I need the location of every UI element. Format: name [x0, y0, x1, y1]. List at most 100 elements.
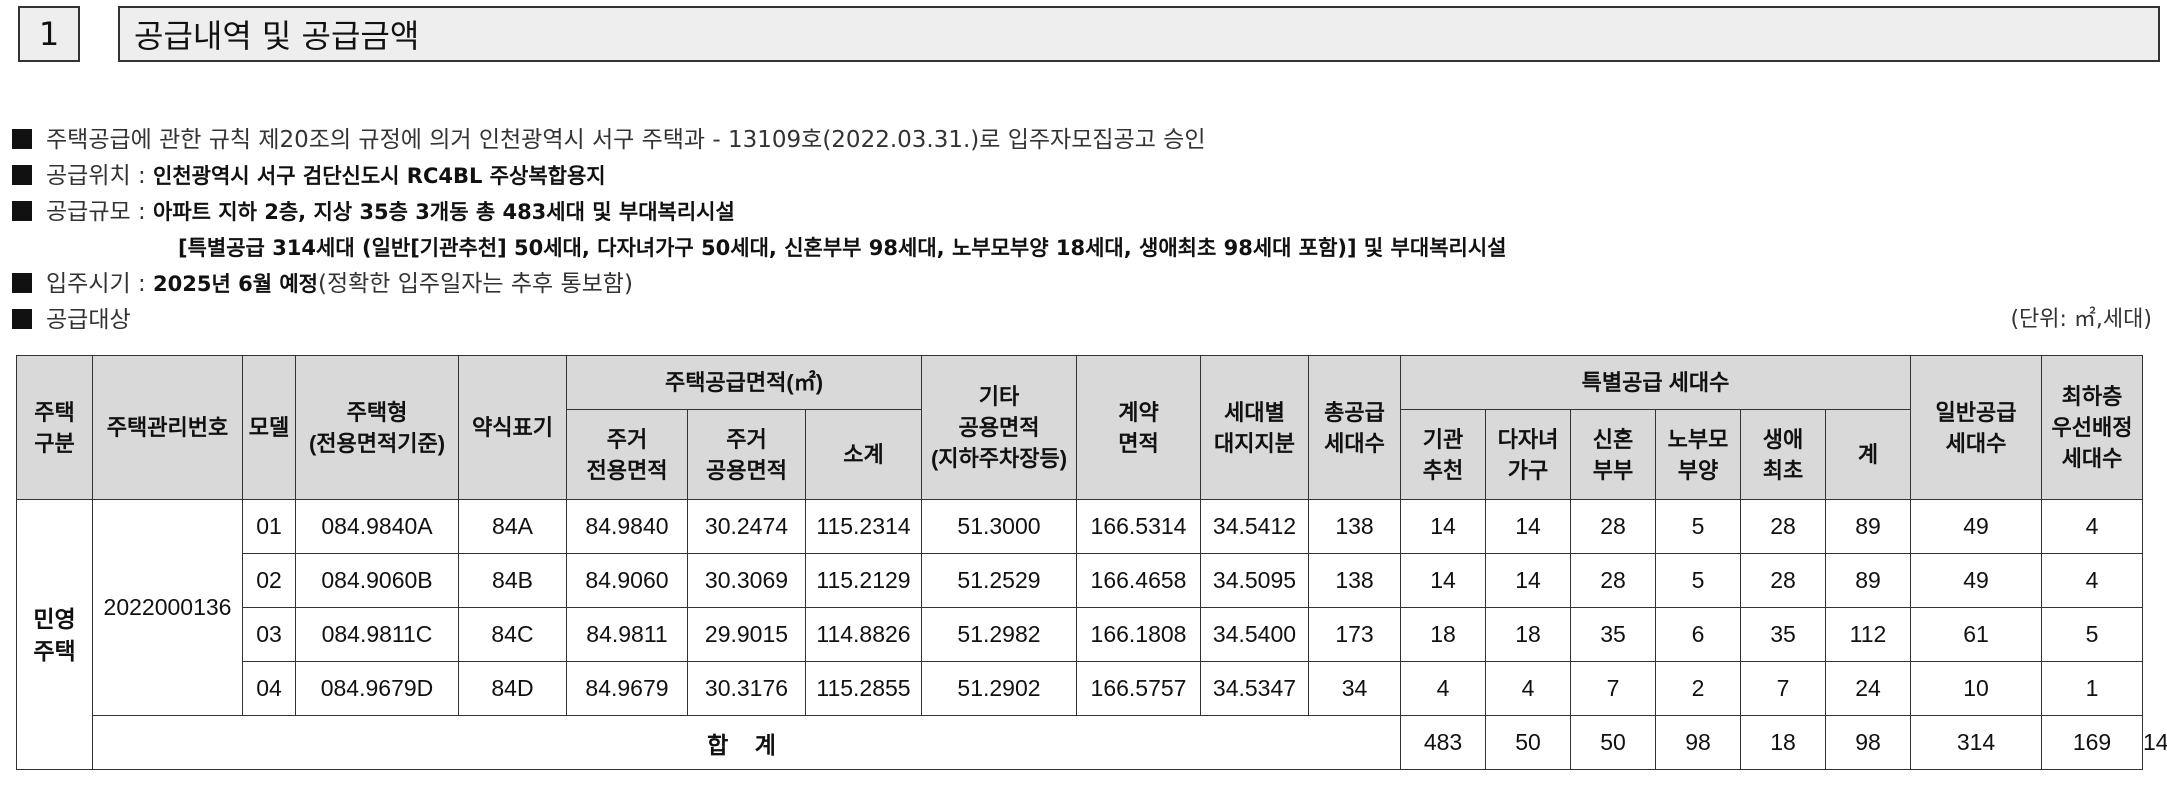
table-cell: 84B: [458, 553, 567, 608]
total-cell: 98: [1655, 715, 1741, 770]
table-cell: 28: [1740, 553, 1826, 608]
table-cell: 18: [1485, 607, 1571, 662]
total-cell: 483: [1400, 715, 1486, 770]
table-cell: 51.3000: [921, 499, 1077, 554]
section-number: 1: [18, 6, 80, 62]
total-cell: 98: [1824, 715, 1912, 770]
table-cell: 34.5412: [1200, 499, 1309, 554]
table-cell: 24: [1824, 661, 1912, 716]
table-cell: 166.5314: [1076, 499, 1201, 554]
total-row: 합 계 483 50 50 98 18 98 314 169 14: [17, 715, 2167, 770]
table-cell: 5: [1655, 499, 1741, 554]
header-supply-area: 주택공급면적(㎡): [566, 355, 922, 410]
table-cell: 4: [1485, 661, 1571, 716]
table-cell: 28: [1740, 499, 1826, 554]
table-cell: 30.2474: [687, 499, 806, 554]
table-cell: 115.2314: [805, 499, 922, 554]
total-cell: 50: [1570, 715, 1656, 770]
header-sp-inst: 기관 추천: [1400, 409, 1486, 500]
table-cell: 115.2129: [805, 553, 922, 608]
table-cell: 28: [1570, 553, 1656, 608]
table-cell: 14: [1400, 499, 1486, 554]
header-mgmt-no: 주택관리번호: [92, 355, 243, 500]
header-type: 주택형 (전용면적기준): [295, 355, 459, 500]
table-cell: 02: [242, 553, 296, 608]
table-cell: 112: [1824, 607, 1912, 662]
header-total-units: 총공급 세대수: [1308, 355, 1401, 500]
table-cell: 084.9060B: [295, 553, 459, 608]
table-cell: 34: [1308, 661, 1401, 716]
table-cell: 10: [1910, 661, 2043, 716]
header-subtotal: 소계: [805, 409, 922, 500]
table-cell: 7: [1740, 661, 1826, 716]
table-cell: 173: [1308, 607, 1401, 662]
scale-detail: [특별공급 314세대 (일반[기관추천] 50세대, 다자녀가구 50세대, …: [178, 236, 1507, 260]
housing-type-cell: 민영 주택: [16, 499, 93, 770]
table-cell: 84A: [458, 499, 567, 554]
location-line: 공급위치 : 인천광역시 서구 검단신도시 RC4BL 주상복합용지: [12, 158, 2152, 194]
header-other-common: 기타 공용면적 (지하주차장등): [921, 355, 1077, 500]
header-general: 일반공급 세대수: [1910, 355, 2043, 500]
table-cell: 4: [1400, 661, 1486, 716]
header-sp-multi: 다자녀 가구: [1485, 409, 1571, 500]
table-cell: 84.9811: [566, 607, 688, 662]
scale-detail-line: [특별공급 314세대 (일반[기관추천] 50세대, 다자녀가구 50세대, …: [12, 230, 2152, 266]
table-cell: 01: [242, 499, 296, 554]
target-line: 공급대상 (단위: ㎡,세대): [12, 302, 2152, 338]
unit-note: (단위: ㎡,세대): [2010, 307, 2152, 332]
header-special: 특별공급 세대수: [1399, 355, 1912, 410]
square-bullet-icon: [12, 129, 32, 149]
table-cell: 166.4658: [1076, 553, 1201, 608]
table-row: 04 084.9679D 84D 84.9679 30.3176 115.285…: [17, 661, 2144, 716]
table-cell: 138: [1308, 553, 1401, 608]
total-cell: 50: [1485, 715, 1571, 770]
header-sp-sum: 계: [1824, 409, 1912, 500]
table-cell: 30.3069: [687, 553, 806, 608]
table-cell: 35: [1570, 607, 1656, 662]
header-common: 주거 공용면적: [687, 409, 806, 500]
table-cell: 89: [1824, 553, 1912, 608]
table-row: 민영 주택 2022000136 01 084.9840A 84A 84.9840…: [16, 499, 2144, 770]
approval-line: 주택공급에 관한 규칙 제20조의 규정에 의거 인천광역시 서구 주택과 - …: [12, 122, 2152, 158]
table-cell: 084.9840A: [295, 499, 459, 554]
square-bullet-icon: [12, 309, 32, 329]
table-cell: 03: [242, 607, 296, 662]
header-contract: 계약 면적: [1076, 355, 1201, 500]
table-cell: 29.9015: [687, 607, 806, 662]
table-cell: 4: [2041, 499, 2144, 554]
table-cell: 4: [2041, 553, 2144, 608]
total-label: 합 계: [92, 715, 1401, 770]
table-cell: 84.9060: [566, 553, 688, 608]
table-cell: 166.1808: [1076, 607, 1201, 662]
table-cell: 5: [2041, 607, 2144, 662]
table-cell: 14: [1485, 499, 1571, 554]
header-lowest: 최하층 우선배정 세대수: [2041, 355, 2144, 500]
table-cell: 14: [1400, 553, 1486, 608]
square-bullet-icon: [12, 273, 32, 293]
table-cell: 34.5347: [1200, 661, 1309, 716]
table-cell: 84C: [458, 607, 567, 662]
table-cell: 084.9811C: [295, 607, 459, 662]
table-row: 02 084.9060B 84B 84.9060 30.3069 115.212…: [17, 553, 2144, 608]
table-cell: 34.5400: [1200, 607, 1309, 662]
table-row: 03 084.9811C 84C 84.9811 29.9015 114.882…: [17, 607, 2144, 662]
header-sp-first: 생애 최초: [1740, 409, 1826, 500]
header-housing-type: 주택 구분: [16, 355, 93, 500]
scale-value: 아파트 지하 2층, 지상 35층 3개동 총 483세대 및 부대복리시설: [153, 200, 735, 224]
square-bullet-icon: [12, 201, 32, 221]
table-cell: 51.2529: [921, 553, 1077, 608]
total-cell: 314: [1910, 715, 2043, 770]
total-cell: 169: [2041, 715, 2144, 770]
table-cell: 7: [1570, 661, 1656, 716]
movein-note: (정확한 입주일자는 추후 통보함): [317, 271, 633, 297]
header-sp-elder: 노부모 부양: [1655, 409, 1741, 500]
table-cell: 2: [1655, 661, 1741, 716]
movein-line: 입주시기 : 2025년 6월 예정(정확한 입주일자는 추후 통보함): [12, 266, 2152, 302]
table-cell: 138: [1308, 499, 1401, 554]
header-land-share: 세대별 대지지분: [1200, 355, 1309, 500]
table-cell: 49: [1910, 499, 2043, 554]
table-cell: 04: [242, 661, 296, 716]
movein-value: 2025년 6월 예정: [153, 272, 318, 296]
total-cell: 18: [1740, 715, 1826, 770]
table-cell: 166.5757: [1076, 661, 1201, 716]
